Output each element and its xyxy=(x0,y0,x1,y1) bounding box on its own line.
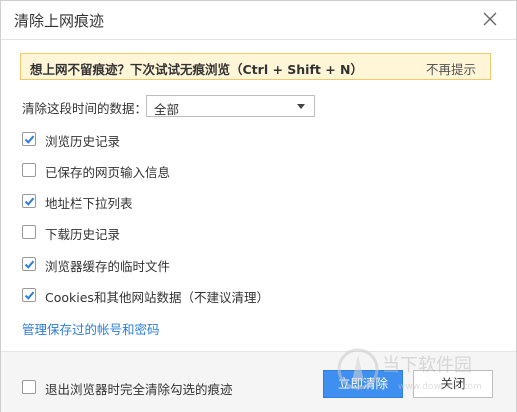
checkbox-cached-files[interactable] xyxy=(22,257,36,271)
close-icon[interactable] xyxy=(480,9,500,29)
option-label: 退出浏览器时完全清除勾选的痕迹 xyxy=(45,382,233,397)
option-label: 地址栏下拉列表 xyxy=(45,196,133,211)
checkbox-browsing-history[interactable] xyxy=(22,132,36,146)
time-range-label: 清除这段时间的数据： xyxy=(22,101,148,116)
incognito-tip-text: 想上网不留痕迹？下次试试无痕浏览（Ctrl + Shift + N） xyxy=(30,62,364,77)
time-range-selected-value: 全部 xyxy=(154,102,180,117)
checkbox-download-history[interactable] xyxy=(22,225,36,239)
checkbox-clear-on-exit[interactable] xyxy=(22,380,36,394)
dialog-titlebar: 清除上网痕迹 xyxy=(1,1,516,40)
clear-browsing-data-dialog: 清除上网痕迹 想上网不留痕迹？下次试试无痕浏览（Ctrl + Shift + N… xyxy=(0,0,517,412)
check-icon xyxy=(24,260,35,269)
time-range-select[interactable]: 全部 xyxy=(146,95,315,117)
incognito-tip-banner: 想上网不留痕迹？下次试试无痕浏览（Ctrl + Shift + N） 不再提示 xyxy=(20,53,491,80)
clear-now-button[interactable]: 立即清除 xyxy=(323,370,403,398)
manage-saved-accounts-link[interactable]: 管理保存过的帐号和密码 xyxy=(22,319,160,338)
close-button[interactable]: 关闭 xyxy=(413,370,493,398)
checkbox-cookies[interactable] xyxy=(22,288,36,302)
dialog-title: 清除上网痕迹 xyxy=(14,12,105,30)
check-icon xyxy=(24,291,35,300)
checkbox-saved-form-data[interactable] xyxy=(22,163,36,177)
dont-show-again-link[interactable]: 不再提示 xyxy=(426,59,476,78)
checkbox-address-bar-list[interactable] xyxy=(22,194,36,208)
chevron-down-icon xyxy=(297,104,305,109)
check-icon xyxy=(24,197,35,206)
option-label: 已保存的网页输入信息 xyxy=(45,165,171,180)
check-icon xyxy=(24,135,35,144)
option-label: 浏览历史记录 xyxy=(45,134,121,149)
option-label: 浏览器缓存的临时文件 xyxy=(45,259,171,274)
option-label: Cookies和其他网站数据（不建议清理） xyxy=(45,290,269,305)
option-label: 下载历史记录 xyxy=(45,227,121,242)
